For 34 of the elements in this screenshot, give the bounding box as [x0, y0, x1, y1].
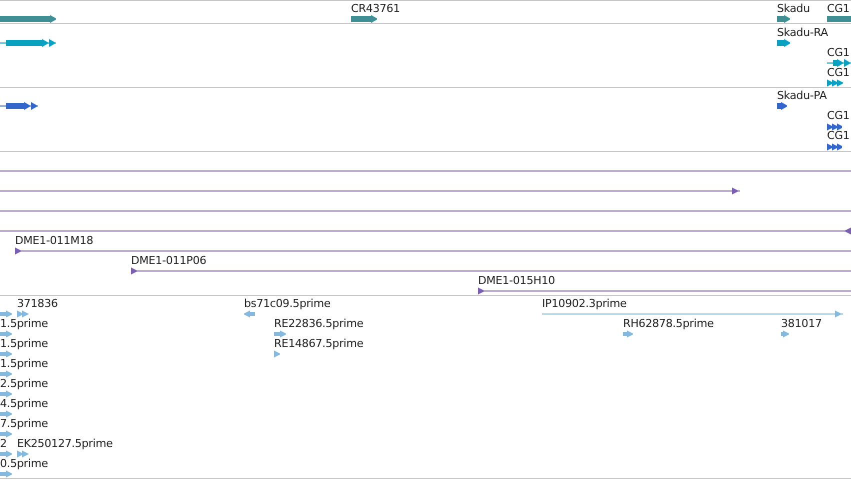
clone-track-line[interactable] — [478, 286, 851, 296]
feature-label: 1.5prime — [0, 318, 48, 330]
feature-label: CG1 — [827, 110, 850, 122]
feature-label: CG1 — [827, 47, 850, 59]
feature-label: CG1 — [827, 130, 850, 142]
feature-label: RE14867.5prime — [274, 338, 364, 350]
feature-label: CR43761 — [351, 3, 400, 15]
feature-label: IP10902.3prime — [542, 298, 627, 310]
feature-label: CG1 — [827, 3, 850, 15]
feature-label: Skadu-PA — [777, 90, 827, 102]
feature-label: bs71c09.5prime — [244, 298, 330, 310]
feature-label: 4.5prime — [0, 398, 48, 410]
feature-label: 7.5prime — [0, 418, 48, 430]
feature-label: 1.5prime — [0, 358, 48, 370]
feature-label: 381017 — [781, 318, 822, 330]
clone-track-line[interactable] — [131, 266, 851, 276]
feature-label: 1.5prime — [0, 338, 48, 350]
feature-label: 371836 — [17, 298, 58, 310]
feature-label: DME1-011P06 — [131, 255, 206, 267]
feature-label: 2 — [0, 438, 7, 450]
clone-track-line[interactable] — [15, 246, 851, 256]
feature-label: Skadu-RA — [777, 27, 828, 39]
feature-label: DME1-011M18 — [15, 235, 94, 247]
clone-track-line[interactable] — [0, 186, 740, 196]
feature-glyph[interactable] — [827, 122, 842, 132]
feature-label: 0.5prime — [0, 458, 48, 470]
feature-label: EK250127.5prime — [17, 438, 113, 450]
feature-label: Skadu — [777, 3, 810, 15]
feature-label: RH62878.5prime — [623, 318, 714, 330]
clone-track-line[interactable] — [0, 226, 851, 236]
feature-label: 2.5prime — [0, 378, 48, 390]
feature-label: CG1 — [827, 67, 850, 79]
feature-label: DME1-015H10 — [478, 275, 555, 287]
feature-label: RE22836.5prime — [274, 318, 364, 330]
